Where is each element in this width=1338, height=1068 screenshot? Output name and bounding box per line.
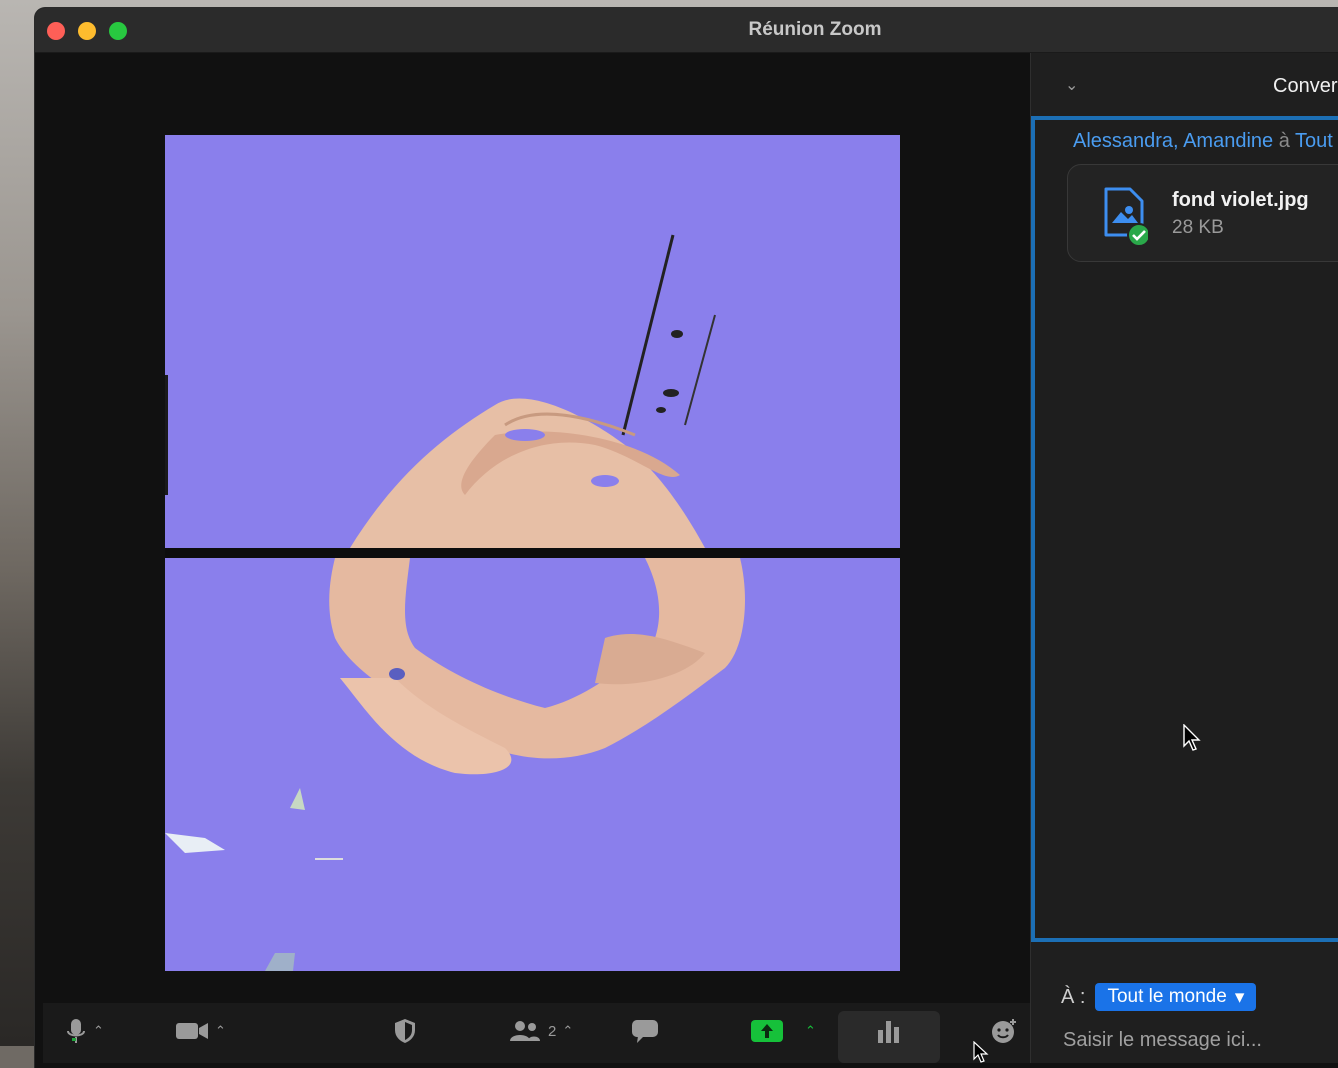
- file-size: 28 KB: [1172, 217, 1224, 238]
- video-camera-icon: [176, 1023, 208, 1039]
- tile-divider: [165, 548, 900, 558]
- file-name: fond violet.jpg: [1172, 189, 1309, 211]
- security-shield-icon: [395, 1019, 415, 1043]
- video-tile-top[interactable]: [165, 135, 900, 548]
- chat-panel-title: Conver: [1273, 75, 1338, 97]
- recipient-label: À :: [1061, 985, 1086, 1008]
- zoom-meeting-window: Réunion Zoom ⌃ ⌃ 2 ⌃ ⌃ ⌄ Conver Alessand…: [35, 8, 1338, 1068]
- reactions-icon: [992, 1019, 1016, 1043]
- chat-messages-area[interactable]: Alessandra, Amandine à Tout fond violet.…: [1031, 116, 1338, 942]
- security-button[interactable]: [393, 1017, 417, 1045]
- mouse-cursor-icon: [973, 1041, 989, 1063]
- video-frame-hands-bottom: [165, 558, 900, 971]
- chevron-up-icon[interactable]: ⌃: [93, 1023, 104, 1039]
- chat-button[interactable]: [631, 1017, 659, 1045]
- participants-icon: [510, 1021, 540, 1041]
- recipient-select[interactable]: Tout le monde ▾: [1095, 983, 1257, 1011]
- video-control[interactable]: ⌃: [175, 1017, 226, 1045]
- meeting-toolbar: ⌃ ⌃ 2 ⌃ ⌃: [43, 1003, 1030, 1063]
- title-bar: Réunion Zoom: [35, 8, 1338, 53]
- chevron-up-icon[interactable]: ⌃: [805, 1023, 816, 1039]
- recipient-row: À : Tout le monde ▾: [1061, 983, 1257, 1011]
- microphone-icon: [67, 1019, 85, 1043]
- file-attachment-card[interactable]: fond violet.jpg 28 KB: [1067, 164, 1338, 262]
- video-area: [35, 53, 1030, 1063]
- polls-button[interactable]: [876, 1017, 902, 1045]
- chevron-up-icon[interactable]: ⌃: [215, 1023, 226, 1039]
- message-input[interactable]: [1061, 1028, 1338, 1053]
- chat-panel-header: ⌄ Conver: [1031, 53, 1338, 113]
- message-sender-line: Alessandra, Amandine à Tout: [1073, 130, 1333, 153]
- chat-bubble-icon: [632, 1020, 658, 1043]
- polls-icon: [878, 1021, 899, 1043]
- video-tile-bottom[interactable]: [165, 558, 900, 971]
- sender-target[interactable]: Tout: [1295, 130, 1333, 152]
- window-title: Réunion Zoom: [748, 19, 882, 40]
- participants-button[interactable]: 2 ⌃: [508, 1017, 573, 1045]
- microphone-control[interactable]: ⌃: [65, 1017, 104, 1045]
- participants-count: 2: [548, 1022, 557, 1040]
- dropdown-caret-icon: ▾: [1234, 986, 1245, 1008]
- reactions-button[interactable]: [990, 1017, 1018, 1045]
- image-file-icon: [1104, 187, 1148, 247]
- chevron-up-icon[interactable]: ⌃: [562, 1023, 573, 1039]
- share-screen-icon: [751, 1020, 783, 1042]
- share-screen-button[interactable]: ⌃: [751, 1017, 816, 1045]
- chat-panel: ⌄ Conver Alessandra, Amandine à Tout fon…: [1030, 53, 1338, 1063]
- video-frame-hands-top: [165, 135, 900, 548]
- chevron-down-icon[interactable]: ⌄: [1065, 75, 1078, 95]
- sender-names[interactable]: Alessandra, Amandine: [1073, 130, 1273, 152]
- mouse-cursor-icon: [1183, 724, 1201, 751]
- recipient-value: Tout le monde: [1107, 986, 1227, 1007]
- sender-joiner: à: [1278, 130, 1290, 152]
